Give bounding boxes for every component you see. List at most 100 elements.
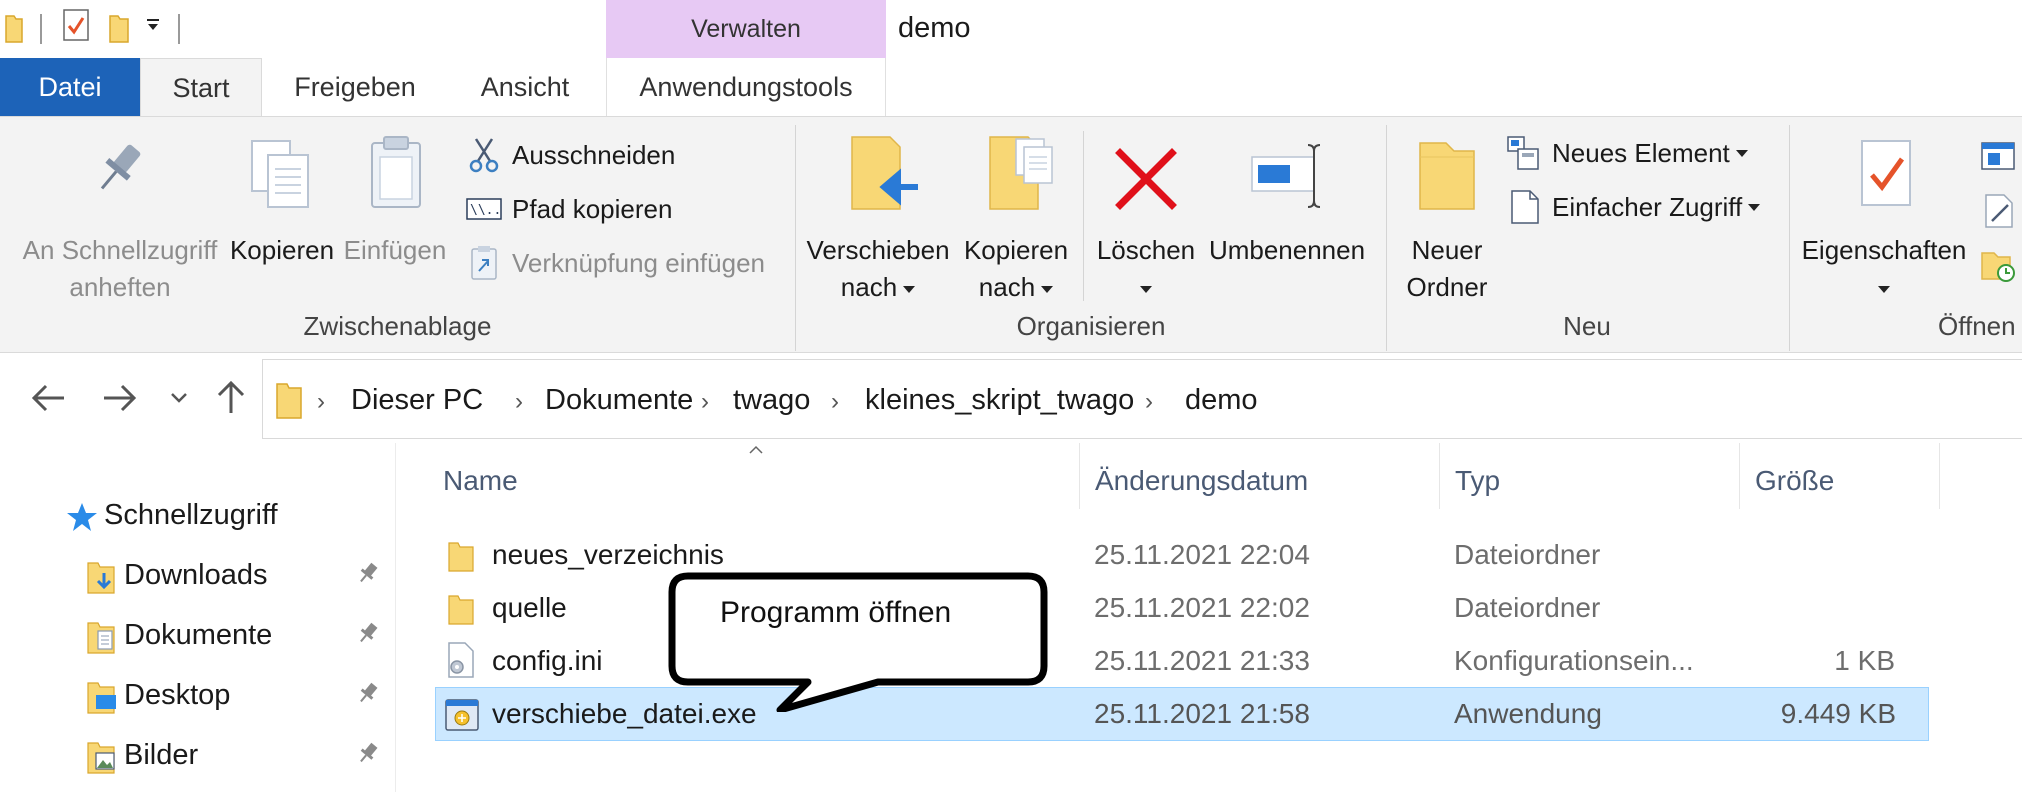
column-header-size[interactable]: Größe [1755, 465, 1834, 497]
column-header-date[interactable]: Änderungsdatum [1095, 465, 1308, 497]
copy-path-button[interactable]: \\.. Pfad kopieren [466, 191, 672, 227]
file-date: 25.11.2021 22:02 [1094, 592, 1310, 623]
move-to-icon [850, 135, 920, 211]
up-arrow-icon[interactable] [216, 379, 246, 415]
group-label-organize: Organisieren [1016, 311, 1166, 341]
paste-shortcut-button[interactable]: Verknüpfung einfügen [466, 245, 765, 281]
file-date: 25.11.2021 21:33 [1094, 645, 1310, 676]
ribbon: An Schnellzugriff anheften Kopieren Einf… [0, 116, 2022, 353]
pin-icon[interactable] [356, 621, 380, 645]
toolbar-separator [178, 14, 180, 44]
breadcrumb-chevron-icon[interactable]: › [317, 388, 325, 416]
column-separator[interactable] [1079, 443, 1080, 509]
chevron-down-icon [1140, 285, 1152, 293]
customize-qa-dropdown-icon[interactable] [146, 18, 160, 32]
file-size: 1 KB [1834, 645, 1895, 676]
nav-item-downloads[interactable]: Downloads [124, 559, 267, 592]
table-row-selected[interactable]: verschiebe_datei.exe 25.11.2021 21:58 An… [435, 687, 1929, 741]
folder-icon [275, 380, 303, 420]
toolbar-separator [40, 14, 42, 44]
move-to-button[interactable]: Verschieben nach [804, 127, 952, 307]
copy-to-label-line2: nach [956, 269, 1076, 306]
tab-ansicht[interactable]: Ansicht [460, 58, 590, 116]
new-folder-icon [1418, 141, 1476, 211]
pin-icon[interactable] [356, 741, 380, 765]
easy-access-button[interactable]: Einfacher Zugriff [1506, 189, 1761, 225]
folder-icon [447, 539, 475, 573]
delete-dropdown[interactable] [1090, 269, 1202, 306]
column-header-name[interactable]: Name [443, 465, 518, 497]
breadcrumb-chevron-icon[interactable]: › [701, 388, 709, 416]
rename-label: Umbenennen [1208, 235, 1366, 265]
breadcrumb-kleines-skript-twago[interactable]: kleines_skript_twago [865, 384, 1134, 417]
recent-locations-chevron-icon[interactable] [170, 391, 188, 405]
address-bar[interactable]: › Dieser PC › Dokumente › twago › kleine… [262, 359, 2022, 439]
column-separator[interactable] [1439, 443, 1440, 509]
move-to-label-line1: Verschieben [806, 235, 950, 265]
chevron-down-icon [1748, 203, 1761, 211]
folder-icon [4, 12, 24, 44]
properties-qa-icon[interactable] [62, 8, 90, 42]
pin-to-quick-access-button[interactable]: An Schnellzugriff anheften [10, 127, 230, 307]
rename-button[interactable]: Umbenennen [1204, 127, 1370, 307]
config-file-icon [445, 641, 475, 679]
back-arrow-icon[interactable] [30, 383, 66, 413]
tab-start[interactable]: Start [140, 58, 262, 117]
new-item-button[interactable]: Neues Element [1506, 135, 1748, 171]
delete-button[interactable]: Löschen [1090, 127, 1202, 307]
tab-anwendungstools[interactable]: Anwendungstools [606, 58, 886, 116]
properties-dropdown[interactable] [1796, 269, 1972, 306]
tab-datei[interactable]: Datei [0, 58, 140, 116]
breadcrumb-chevron-icon[interactable]: › [831, 388, 839, 416]
svg-text:\\..: \\.. [470, 203, 501, 218]
breadcrumb-twago[interactable]: twago [733, 384, 810, 417]
new-folder-button[interactable]: Neuer Ordner [1392, 127, 1502, 307]
new-folder-qa-icon[interactable] [108, 12, 130, 44]
properties-icon [1858, 137, 1914, 209]
copy-icon [248, 137, 314, 211]
copy-to-button[interactable]: Kopieren nach [956, 127, 1076, 307]
nav-item-dokumente[interactable]: Dokumente [124, 619, 272, 652]
breadcrumb-demo[interactable]: demo [1185, 384, 1258, 417]
history-icon[interactable] [1980, 247, 2016, 283]
nav-item-desktop[interactable]: Desktop [124, 679, 230, 712]
table-row[interactable]: neues_verzeichnis 25.11.2021 22:04 Datei… [437, 529, 1937, 581]
easy-access-icon [1506, 189, 1542, 225]
copy-to-label-line1: Kopieren [963, 235, 1069, 265]
copy-button[interactable]: Kopieren [226, 127, 338, 307]
group-label-new: Neu [1563, 311, 1611, 341]
tab-freigeben[interactable]: Freigeben [280, 58, 430, 116]
forward-arrow-icon[interactable] [102, 383, 138, 413]
pin-icon[interactable] [356, 561, 380, 585]
edit-icon[interactable] [1980, 193, 2016, 229]
file-date: 25.11.2021 22:04 [1094, 539, 1310, 570]
pin-label-line2: anheften [69, 272, 171, 302]
breadcrumb-chevron-icon[interactable]: › [515, 388, 523, 416]
column-header-type[interactable]: Typ [1455, 465, 1500, 497]
breadcrumb-chevron-icon[interactable]: › [1145, 388, 1153, 416]
downloads-folder-icon [86, 559, 118, 595]
copy-path-icon: \\.. [466, 191, 502, 227]
paste-button[interactable]: Einfügen [340, 127, 450, 307]
pictures-folder-icon [86, 739, 118, 775]
breadcrumb-dieser-pc[interactable]: Dieser PC [351, 384, 483, 417]
breadcrumb-dokumente[interactable]: Dokumente [545, 384, 693, 417]
pin-icon[interactable] [356, 681, 380, 705]
paste-shortcut-icon [466, 245, 502, 281]
properties-button[interactable]: Eigenschaften [1796, 127, 1972, 307]
column-separator[interactable] [1939, 443, 1940, 509]
nav-item-bilder[interactable]: Bilder [124, 739, 198, 772]
file-name: neues_verzeichnis [492, 539, 724, 570]
file-name: verschiebe_datei.exe [492, 698, 757, 729]
column-separator[interactable] [1739, 443, 1740, 509]
file-name: quelle [492, 592, 567, 623]
file-type: Anwendung [1454, 698, 1602, 729]
cut-button[interactable]: Ausschneiden [466, 137, 675, 173]
paste-shortcut-label: Verknüpfung einfügen [512, 247, 765, 278]
table-row[interactable]: quelle 25.11.2021 22:02 Dateiordner [437, 582, 1937, 634]
table-row[interactable]: config.ini 25.11.2021 21:33 Konfiguratio… [437, 635, 1937, 687]
nav-quick-access[interactable]: Schnellzugriff [104, 499, 278, 532]
open-window-icon[interactable] [1980, 141, 2016, 171]
title-bar: Verwalten demo [0, 0, 2022, 58]
new-item-icon [1506, 135, 1542, 171]
